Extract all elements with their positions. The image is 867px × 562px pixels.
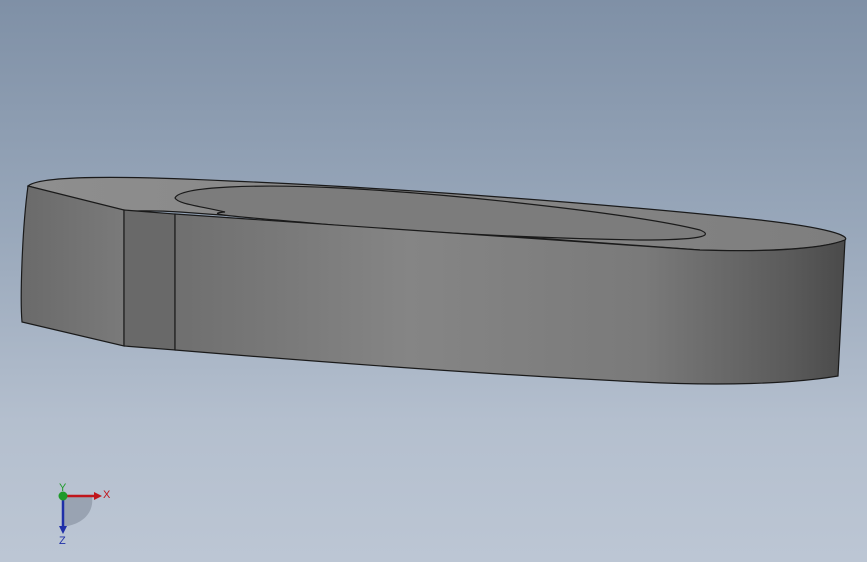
triad-shadow <box>63 496 93 526</box>
x-axis-label: X <box>103 489 111 501</box>
washer-split-gap <box>123 209 176 351</box>
z-axis-arrow <box>59 526 67 534</box>
y-axis-label: Y <box>59 482 67 494</box>
coordinate-triad: X Y Z <box>58 482 111 547</box>
washer-left-side <box>20 185 125 347</box>
z-axis-label: Z <box>59 535 66 547</box>
3d-model-washer[interactable] <box>0 0 867 562</box>
graphics-viewport[interactable]: X Y Z <box>0 0 867 562</box>
x-axis-arrow <box>94 492 102 500</box>
